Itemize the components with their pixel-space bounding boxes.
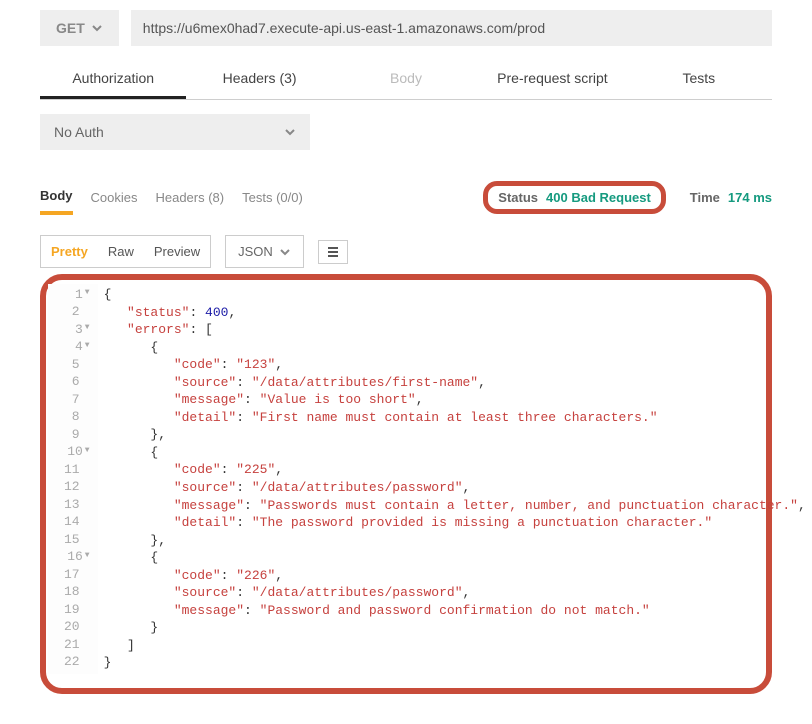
request-tabs: Authorization Headers (3) Body Pre-reque…	[40, 60, 772, 100]
body-language-dropdown[interactable]: JSON	[225, 235, 304, 268]
response-body-highlight: 1▼23▼4▼5678910▼111213141516▼171819202122…	[40, 274, 772, 694]
http-method-dropdown[interactable]: GET	[40, 10, 119, 46]
response-tab-body[interactable]: Body	[40, 180, 73, 215]
view-pretty-button[interactable]: Pretty	[41, 236, 98, 267]
body-language-label: JSON	[238, 244, 273, 259]
auth-type-label: No Auth	[54, 124, 104, 140]
response-body-editor[interactable]: 1▼23▼4▼5678910▼111213141516▼171819202122…	[48, 284, 740, 674]
tab-headers[interactable]: Headers (3)	[186, 60, 332, 99]
chevron-down-icon	[279, 246, 291, 258]
chevron-down-icon	[91, 22, 103, 34]
http-method-label: GET	[56, 20, 85, 36]
response-body-code: { "status": 400, "errors": [ { "code": "…	[98, 284, 812, 674]
url-input[interactable]: https://u6mex0had7.execute-api.us-east-1…	[131, 10, 772, 46]
tab-pre-request-script[interactable]: Pre-request script	[479, 60, 625, 99]
view-preview-button[interactable]: Preview	[144, 236, 210, 267]
status-label: Status	[498, 190, 538, 205]
body-view-mode-group: Pretty Raw Preview	[40, 235, 211, 268]
wrap-lines-button[interactable]	[318, 240, 348, 264]
response-tab-tests[interactable]: Tests (0/0)	[242, 182, 303, 213]
time-label: Time	[690, 190, 720, 205]
tab-body[interactable]: Body	[333, 60, 479, 99]
response-tab-cookies[interactable]: Cookies	[91, 182, 138, 213]
view-raw-button[interactable]: Raw	[98, 236, 144, 267]
tab-tests[interactable]: Tests	[626, 60, 772, 99]
response-tab-headers[interactable]: Headers (8)	[155, 182, 224, 213]
response-tabs: Body Cookies Headers (8) Tests (0/0)	[40, 180, 303, 215]
tab-authorization[interactable]: Authorization	[40, 60, 186, 99]
time-value: 174 ms	[728, 190, 772, 205]
wrap-lines-icon	[328, 247, 338, 257]
status-value: 400 Bad Request	[546, 190, 651, 205]
chevron-down-icon	[284, 126, 296, 138]
line-number-gutter: 1▼23▼4▼5678910▼111213141516▼171819202122	[48, 284, 98, 674]
auth-type-dropdown[interactable]: No Auth	[40, 114, 310, 150]
status-badge: Status 400 Bad Request	[483, 181, 666, 214]
